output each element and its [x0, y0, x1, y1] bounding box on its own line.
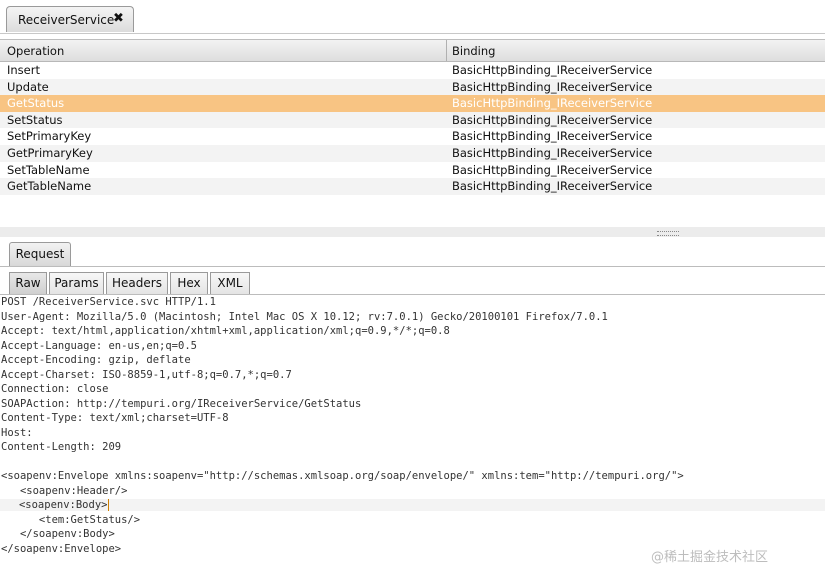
operation-cell: GetPrimaryKey	[7, 145, 93, 160]
column-header-operation[interactable]: Operation	[7, 44, 64, 58]
table-row[interactable]: SetTableName BasicHttpBinding_IReceiverSe…	[0, 162, 825, 179]
request-line: Host:	[1, 427, 33, 439]
tab-hex[interactable]: Hex	[170, 272, 208, 294]
binding-cell: BasicHttpBinding_IReceiverService	[452, 79, 653, 94]
tab-request[interactable]: Request	[9, 242, 71, 266]
request-line: <tem:GetStatus/>	[1, 514, 140, 526]
binding-cell: BasicHttpBinding_IReceiverService	[452, 112, 653, 127]
request-line-text: Connection: close	[1, 383, 109, 395]
request-line-text: Accept: text/html,application/xhtml+xml,…	[1, 325, 450, 337]
window-tab-strip: ReceiverService ✖	[0, 0, 825, 34]
request-line: Accept: text/html,application/xhtml+xml,…	[1, 325, 450, 337]
request-line: Content-Length: 209	[1, 441, 121, 453]
request-line: User-Agent: Mozilla/5.0 (Macintosh; Inte…	[1, 311, 608, 323]
binding-cell: BasicHttpBinding_IReceiverService	[452, 63, 653, 77]
table-row[interactable]: SetStatus BasicHttpBinding_IReceiverServi…	[0, 111, 825, 129]
request-line: </soapenv:Envelope>	[1, 543, 121, 555]
table-row[interactable]: GetPrimaryKey BasicHttpBinding_IReceiverS…	[0, 144, 825, 162]
request-line-text: SOAPAction: http://tempuri.org/IReceiver…	[1, 397, 362, 410]
table-row[interactable]: SetPrimaryKey BasicHttpBinding_IReceiverS…	[0, 128, 825, 145]
request-line-text: Content-Length: 209	[1, 441, 122, 453]
request-line: Accept-Encoding: gzip, deflate	[1, 354, 191, 366]
tab-receiver-service[interactable]: ReceiverService ✖	[6, 6, 134, 32]
request-line: Accept-Charset: ISO-8859-1,utf-8;q=0.7,*…	[1, 369, 292, 381]
column-header-binding[interactable]: Binding	[452, 44, 495, 58]
request-tabbar: Request	[0, 238, 825, 267]
operation-cell: Update	[7, 79, 49, 94]
request-line-text: Accept-Charset: ISO-8859-1,utf-8;q=0.7,*…	[1, 368, 292, 381]
request-line-text: Accept-Language: en-us,en;q=0.5	[1, 339, 197, 352]
request-line: Content-Type: text/xml;charset=UTF-8	[1, 412, 229, 424]
request-line-text: <soapenv:Envelope xmlns:soapenv="http://…	[1, 470, 684, 482]
request-line-text: <tem:GetStatus/>	[1, 513, 141, 526]
tab-headers[interactable]: Headers	[106, 272, 168, 294]
request-line-text: </soapenv:Body>	[1, 528, 115, 540]
operation-cell: GetTableName	[7, 179, 92, 194]
request-line-text: Accept-Encoding: gzip, deflate	[1, 354, 191, 366]
table-row[interactable]: Update BasicHttpBinding_IReceiverService	[0, 78, 825, 96]
operation-cell: SetPrimaryKey	[7, 129, 92, 144]
panel-splitter[interactable]	[0, 227, 825, 237]
request-line: <soapenv:Body>	[0, 499, 825, 511]
request-view-tabs: Raw Params Headers Hex XML	[0, 267, 825, 295]
request-line-text: <soapenv:Body>	[0, 499, 108, 511]
operation-cell: SetTableName	[7, 162, 90, 177]
tab-params[interactable]: Params	[49, 272, 104, 294]
raw-request-editor[interactable]: POST /ReceiverService.svc HTTP/1.1 User-A…	[0, 296, 825, 572]
binding-cell: BasicHttpBinding_IReceiverService	[452, 179, 653, 194]
table-row[interactable]: GetTableName BasicHttpBinding_IReceiverSe…	[0, 178, 825, 195]
tab-xml[interactable]: XML	[210, 272, 250, 294]
request-line: <soapenv:Header/>	[1, 485, 127, 497]
binding-cell: BasicHttpBinding_IReceiverService	[452, 162, 653, 177]
binding-cell: BasicHttpBinding_IReceiverService	[452, 96, 653, 111]
request-line: Accept-Language: en-us,en;q=0.5	[1, 340, 197, 352]
request-line-text: POST /ReceiverService.svc HTTP/1.1	[1, 296, 216, 308]
request-line: POST /ReceiverService.svc HTTP/1.1	[1, 296, 216, 308]
operations-table: Operation Binding Insert BasicHttpBinding…	[0, 39, 825, 228]
tab-receiver-service-label: ReceiverService	[18, 13, 115, 27]
request-line: Connection: close	[1, 383, 108, 395]
request-line-text: Content-Type: text/xml;charset=UTF-8	[1, 412, 229, 424]
binding-cell: BasicHttpBinding_IReceiverService	[452, 145, 653, 160]
text-caret	[108, 499, 110, 511]
table-row[interactable]: GetStatus BasicHttpBinding_IReceiverServi…	[0, 95, 825, 112]
request-line: <soapenv:Envelope xmlns:soapenv="http://…	[1, 470, 684, 482]
operation-cell: SetStatus	[7, 112, 63, 127]
column-divider[interactable]	[446, 40, 447, 61]
splitter-grip-icon[interactable]	[657, 231, 679, 236]
request-line: SOAPAction: http://tempuri.org/IReceiver…	[1, 398, 361, 410]
close-icon[interactable]: ✖	[113, 11, 124, 26]
operation-cell: GetStatus	[7, 96, 65, 111]
request-line-text: </soapenv:Envelope>	[1, 542, 122, 555]
binding-cell: BasicHttpBinding_IReceiverService	[452, 129, 653, 144]
tab-raw[interactable]: Raw	[9, 272, 47, 294]
operation-cell: Insert	[7, 63, 40, 77]
watermark: @稀土掘金技术社区	[651, 550, 769, 565]
request-line-text: <soapenv:Header/>	[1, 484, 128, 497]
request-line: </soapenv:Body>	[1, 528, 115, 540]
table-body: Insert BasicHttpBinding_IReceiverService U…	[0, 62, 825, 195]
request-line-text: Host:	[1, 426, 33, 439]
table-header: Operation Binding	[0, 40, 825, 62]
table-row[interactable]: Insert BasicHttpBinding_IReceiverService	[0, 62, 825, 79]
request-line-text: User-Agent: Mozilla/5.0 (Macintosh; Inte…	[1, 310, 608, 323]
